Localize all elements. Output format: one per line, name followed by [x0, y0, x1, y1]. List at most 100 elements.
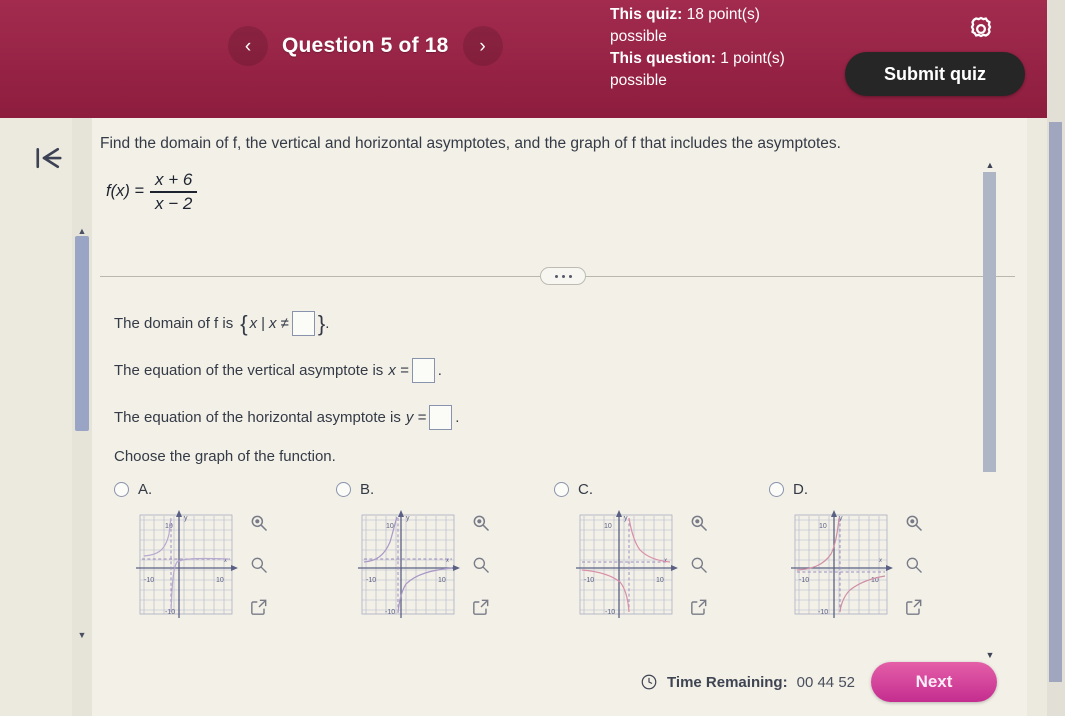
- caret-up-icon[interactable]: ▲: [984, 160, 996, 170]
- horizontal-period: .: [455, 409, 460, 426]
- svg-text:10: 10: [216, 577, 224, 584]
- set-close-brace: }: [317, 310, 326, 336]
- choice-a-tools: [246, 506, 272, 620]
- question-scrollbar[interactable]: ▲ ▼: [981, 160, 999, 660]
- zoom-out-icon[interactable]: [246, 552, 272, 578]
- panel-scrollbar-thumb[interactable]: [75, 236, 89, 431]
- expand-icon[interactable]: [901, 594, 927, 620]
- gear-icon[interactable]: [966, 14, 996, 44]
- content-area: ▲ ▼ Find the domain of f, the vertical a…: [0, 118, 1047, 716]
- choice-d: D. y x 10 -10 10 -10: [769, 478, 989, 618]
- choice-c-radio-row[interactable]: C.: [554, 478, 774, 500]
- function-lhs: f(x) =: [106, 182, 145, 201]
- section-divider: [100, 266, 1015, 286]
- choose-graph-label: Choose the graph of the function.: [114, 448, 336, 465]
- radio-choice-d[interactable]: [769, 481, 784, 497]
- previous-question-button[interactable]: ‹: [228, 26, 268, 66]
- svg-text:-10: -10: [605, 609, 615, 616]
- fraction-denominator: x − 2: [155, 193, 193, 213]
- zoom-out-icon[interactable]: [901, 552, 927, 578]
- radio-choice-a[interactable]: [114, 481, 129, 497]
- choice-d-tools: [901, 506, 927, 620]
- graph-thumbnail-a[interactable]: y x 10 -10 10 -10: [132, 506, 240, 624]
- domain-input-box[interactable]: [291, 311, 315, 336]
- quiz-footer: Time Remaining: 00 44 52 Next: [92, 656, 1027, 708]
- horizontal-asymptote-input[interactable]: [429, 405, 453, 430]
- vertical-asymptote-line: The equation of the vertical asymptote i…: [114, 358, 442, 383]
- points-summary: This quiz: 18 point(s) possible This que…: [610, 4, 800, 92]
- question-counter-label: Question 5 of 18: [282, 34, 449, 57]
- choice-c-label: C.: [578, 480, 593, 498]
- caret-up-icon[interactable]: ▲: [76, 226, 88, 236]
- set-open-brace: {: [240, 310, 248, 336]
- window-scrollbar[interactable]: [1047, 0, 1065, 716]
- horizontal-asymptote-line: The equation of the horizontal asymptote…: [114, 405, 459, 430]
- zoom-out-icon[interactable]: [686, 552, 712, 578]
- graph-thumbnail-c[interactable]: y x 10 -10 10 -10: [572, 506, 680, 624]
- choice-a-radio-row[interactable]: A.: [114, 478, 334, 500]
- choice-b-radio-row[interactable]: B.: [336, 478, 556, 500]
- choice-b-tools: [468, 506, 494, 620]
- horizontal-prefix-label: The equation of the horizontal asymptote…: [114, 409, 401, 426]
- svg-text:x: x: [878, 558, 883, 564]
- svg-text:-10: -10: [799, 577, 809, 584]
- choice-b-graph-row: y x 10 -10 10 -10: [354, 506, 494, 624]
- domain-condition: x ≠: [269, 315, 289, 332]
- svg-text:10: 10: [604, 523, 612, 530]
- svg-text:-10: -10: [165, 609, 175, 616]
- quiz-points-line: This quiz: 18 point(s) possible: [610, 4, 800, 48]
- submit-quiz-button[interactable]: Submit quiz: [845, 52, 1025, 96]
- clock-icon: [640, 673, 658, 691]
- next-button[interactable]: Next: [871, 662, 997, 702]
- ellipsis-icon[interactable]: [540, 267, 586, 285]
- choice-a-graph-row: y x 10 -10 10 -10: [132, 506, 272, 624]
- zoom-in-icon[interactable]: [686, 510, 712, 536]
- expand-icon[interactable]: [246, 594, 272, 620]
- zoom-out-icon[interactable]: [468, 552, 494, 578]
- svg-text:-10: -10: [366, 577, 376, 584]
- time-remaining-value: 00 44 52: [796, 673, 855, 691]
- next-question-button[interactable]: ›: [462, 26, 503, 66]
- radio-choice-c[interactable]: [554, 481, 569, 497]
- zoom-in-icon[interactable]: [901, 510, 927, 536]
- choice-a: A. y x 10 -10 10 -10: [114, 478, 334, 618]
- vertical-asymptote-input[interactable]: [411, 358, 435, 383]
- choice-c: C. y x 10 -10 10 -10: [554, 478, 774, 618]
- domain-answer-line: The domain of f is { x | x ≠ } .: [114, 311, 329, 336]
- domain-prefix-label: The domain of f is: [114, 315, 234, 332]
- expand-icon[interactable]: [468, 594, 494, 620]
- quiz-points-label: This quiz:: [610, 6, 683, 23]
- question-panel: Find the domain of f, the vertical and h…: [92, 118, 1027, 716]
- fraction-numerator: x + 6: [155, 170, 193, 189]
- caret-down-icon[interactable]: ▼: [76, 630, 88, 640]
- window-scrollbar-thumb[interactable]: [1049, 122, 1062, 682]
- question-scrollbar-thumb[interactable]: [983, 172, 996, 472]
- choice-d-radio-row[interactable]: D.: [769, 478, 989, 500]
- expand-icon[interactable]: [686, 594, 712, 620]
- skip-to-start-icon[interactable]: [27, 138, 71, 178]
- svg-text:y: y: [624, 515, 628, 522]
- question-prompt: Find the domain of f, the vertical and h…: [100, 135, 841, 152]
- svg-text:10: 10: [165, 523, 173, 530]
- horizontal-variable-label: y =: [405, 409, 427, 426]
- svg-text:-10: -10: [385, 609, 395, 616]
- choice-b: B. y x 10 -10 10 -10: [336, 478, 556, 618]
- graph-thumbnail-d[interactable]: y x 10 -10 10 -10: [787, 506, 895, 624]
- function-definition: f(x) = x + 6 x − 2: [106, 170, 198, 214]
- zoom-in-icon[interactable]: [468, 510, 494, 536]
- zoom-in-icon[interactable]: [246, 510, 272, 536]
- svg-text:10: 10: [656, 577, 664, 584]
- question-navigation: ‹ Question 5 of 18 ›: [228, 26, 503, 66]
- vertical-prefix-label: The equation of the vertical asymptote i…: [114, 362, 384, 379]
- domain-variable: x: [249, 315, 258, 332]
- question-points-line: This question: 1 point(s) possible: [610, 48, 800, 92]
- graph-thumbnail-b[interactable]: y x 10 -10 10 -10: [354, 506, 462, 624]
- svg-text:-10: -10: [818, 609, 828, 616]
- svg-text:-10: -10: [144, 577, 154, 584]
- choice-b-label: B.: [360, 480, 375, 498]
- svg-text:y: y: [406, 515, 410, 522]
- time-remaining-label: Time Remaining:: [667, 673, 788, 691]
- panel-scrollbar[interactable]: ▲ ▼: [72, 118, 92, 716]
- vertical-variable-label: x =: [388, 362, 409, 379]
- radio-choice-b[interactable]: [336, 481, 351, 497]
